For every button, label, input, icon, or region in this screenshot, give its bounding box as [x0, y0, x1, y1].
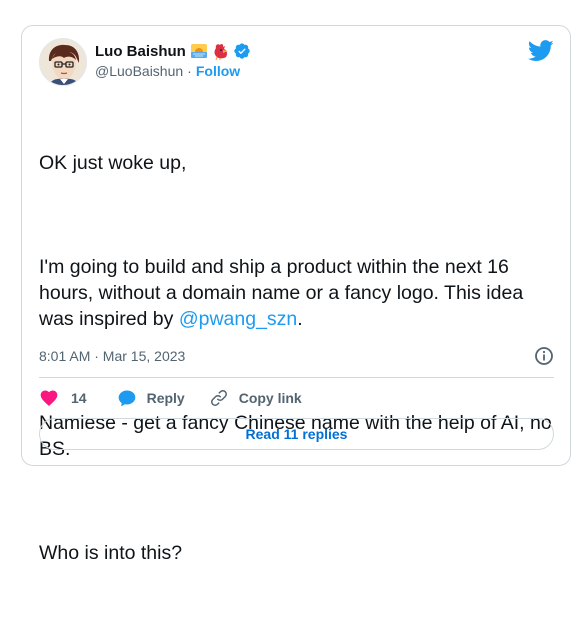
rooster-emoji-icon: [212, 42, 230, 61]
reply-label: Reply: [146, 390, 185, 406]
like-button[interactable]: 14: [39, 388, 87, 408]
user-block: Luo Baishun @LuoBaishun · Follow: [95, 41, 251, 79]
tweet-card: Luo Baishun @LuoBaishun · Follow OK just…: [21, 25, 571, 564]
sunrise-emoji-icon: [190, 42, 208, 60]
copy-link-label: Copy link: [238, 390, 302, 406]
handle-row: @LuoBaishun · Follow: [95, 63, 251, 79]
display-name[interactable]: Luo Baishun: [95, 43, 186, 60]
heart-icon: [40, 390, 58, 406]
tweet-paragraph-2-end: .: [297, 308, 303, 330]
tweet-paragraph-4: Who is into this?: [39, 542, 183, 564]
tweet-line-1: OK just woke up,: [39, 152, 187, 174]
mention-link[interactable]: @pwang_szn: [179, 308, 297, 330]
reply-button[interactable]: Reply: [117, 388, 185, 408]
link-icon: [210, 390, 227, 406]
separator-dot: ·: [187, 63, 192, 79]
tweet-header: Luo Baishun @LuoBaishun · Follow: [39, 38, 554, 90]
handle[interactable]: @LuoBaishun: [95, 63, 183, 79]
timestamp[interactable]: 8:01 AM · Mar 15, 2023: [39, 348, 185, 364]
info-icon[interactable]: [534, 346, 554, 366]
tweet-paragraph-2: I'm going to build and ship a product wi…: [39, 254, 554, 332]
action-bar: 14 Reply Copy link: [39, 387, 302, 409]
name-row: Luo Baishun: [95, 41, 251, 61]
twitter-bird-icon[interactable]: [527, 40, 554, 62]
follow-link[interactable]: Follow: [196, 63, 240, 79]
timestamp-row: 8:01 AM · Mar 15, 2023: [39, 346, 554, 366]
copy-link-button[interactable]: Copy link: [209, 388, 302, 408]
avatar-illustration: [40, 39, 86, 85]
verified-badge-icon: [233, 42, 251, 60]
avatar[interactable]: [39, 38, 87, 86]
reply-bubble-icon: [118, 390, 135, 407]
read-replies-label: Read 11 replies: [245, 426, 348, 442]
divider: [39, 377, 554, 378]
read-replies-button[interactable]: Read 11 replies: [39, 418, 554, 450]
like-count: 14: [71, 390, 87, 406]
